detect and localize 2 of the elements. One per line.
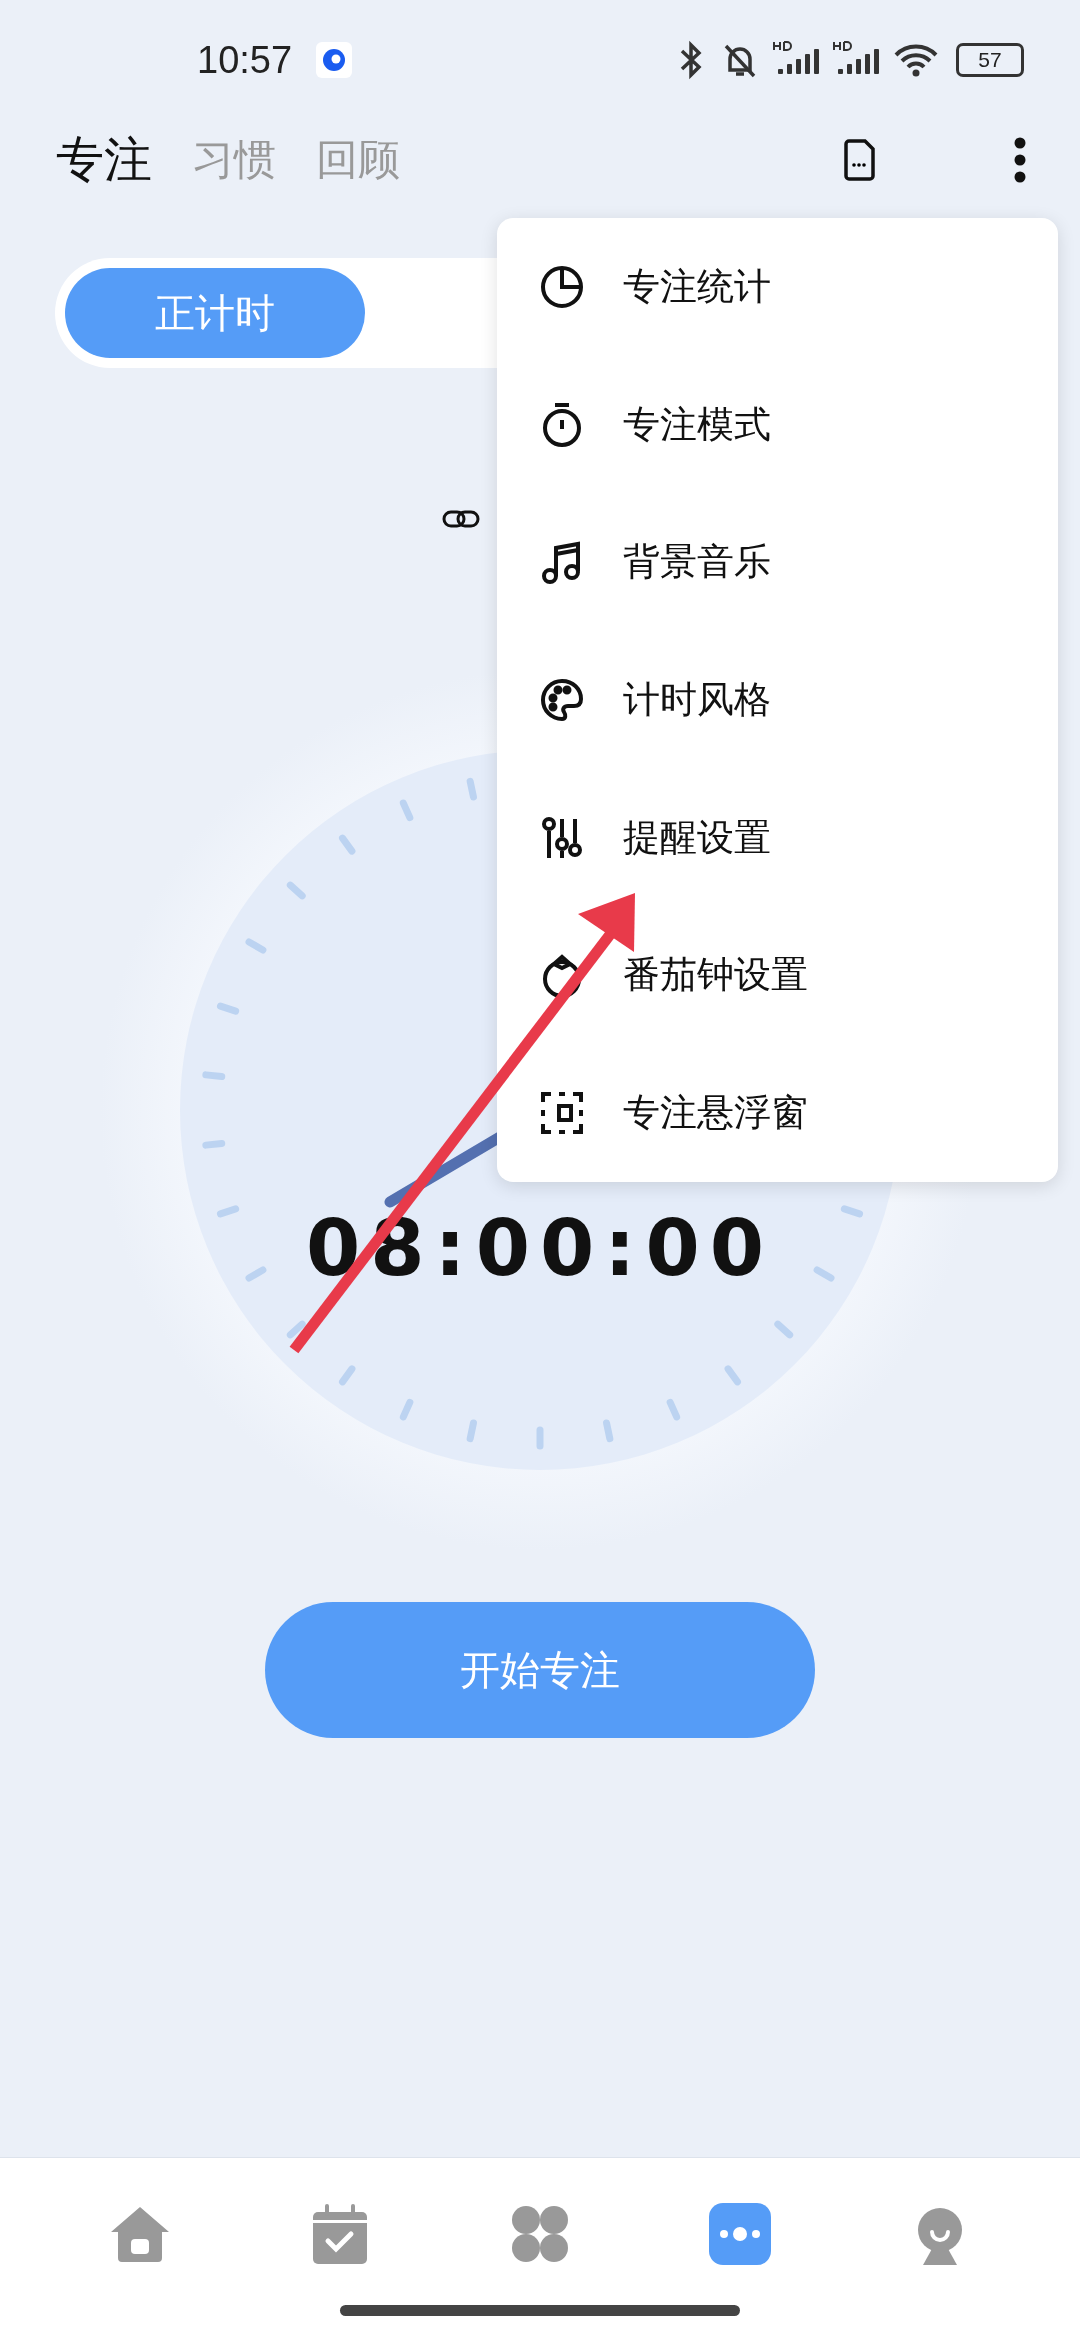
status-time: 10:57 [197,38,293,82]
battery-indicator: 57 [956,43,1024,77]
